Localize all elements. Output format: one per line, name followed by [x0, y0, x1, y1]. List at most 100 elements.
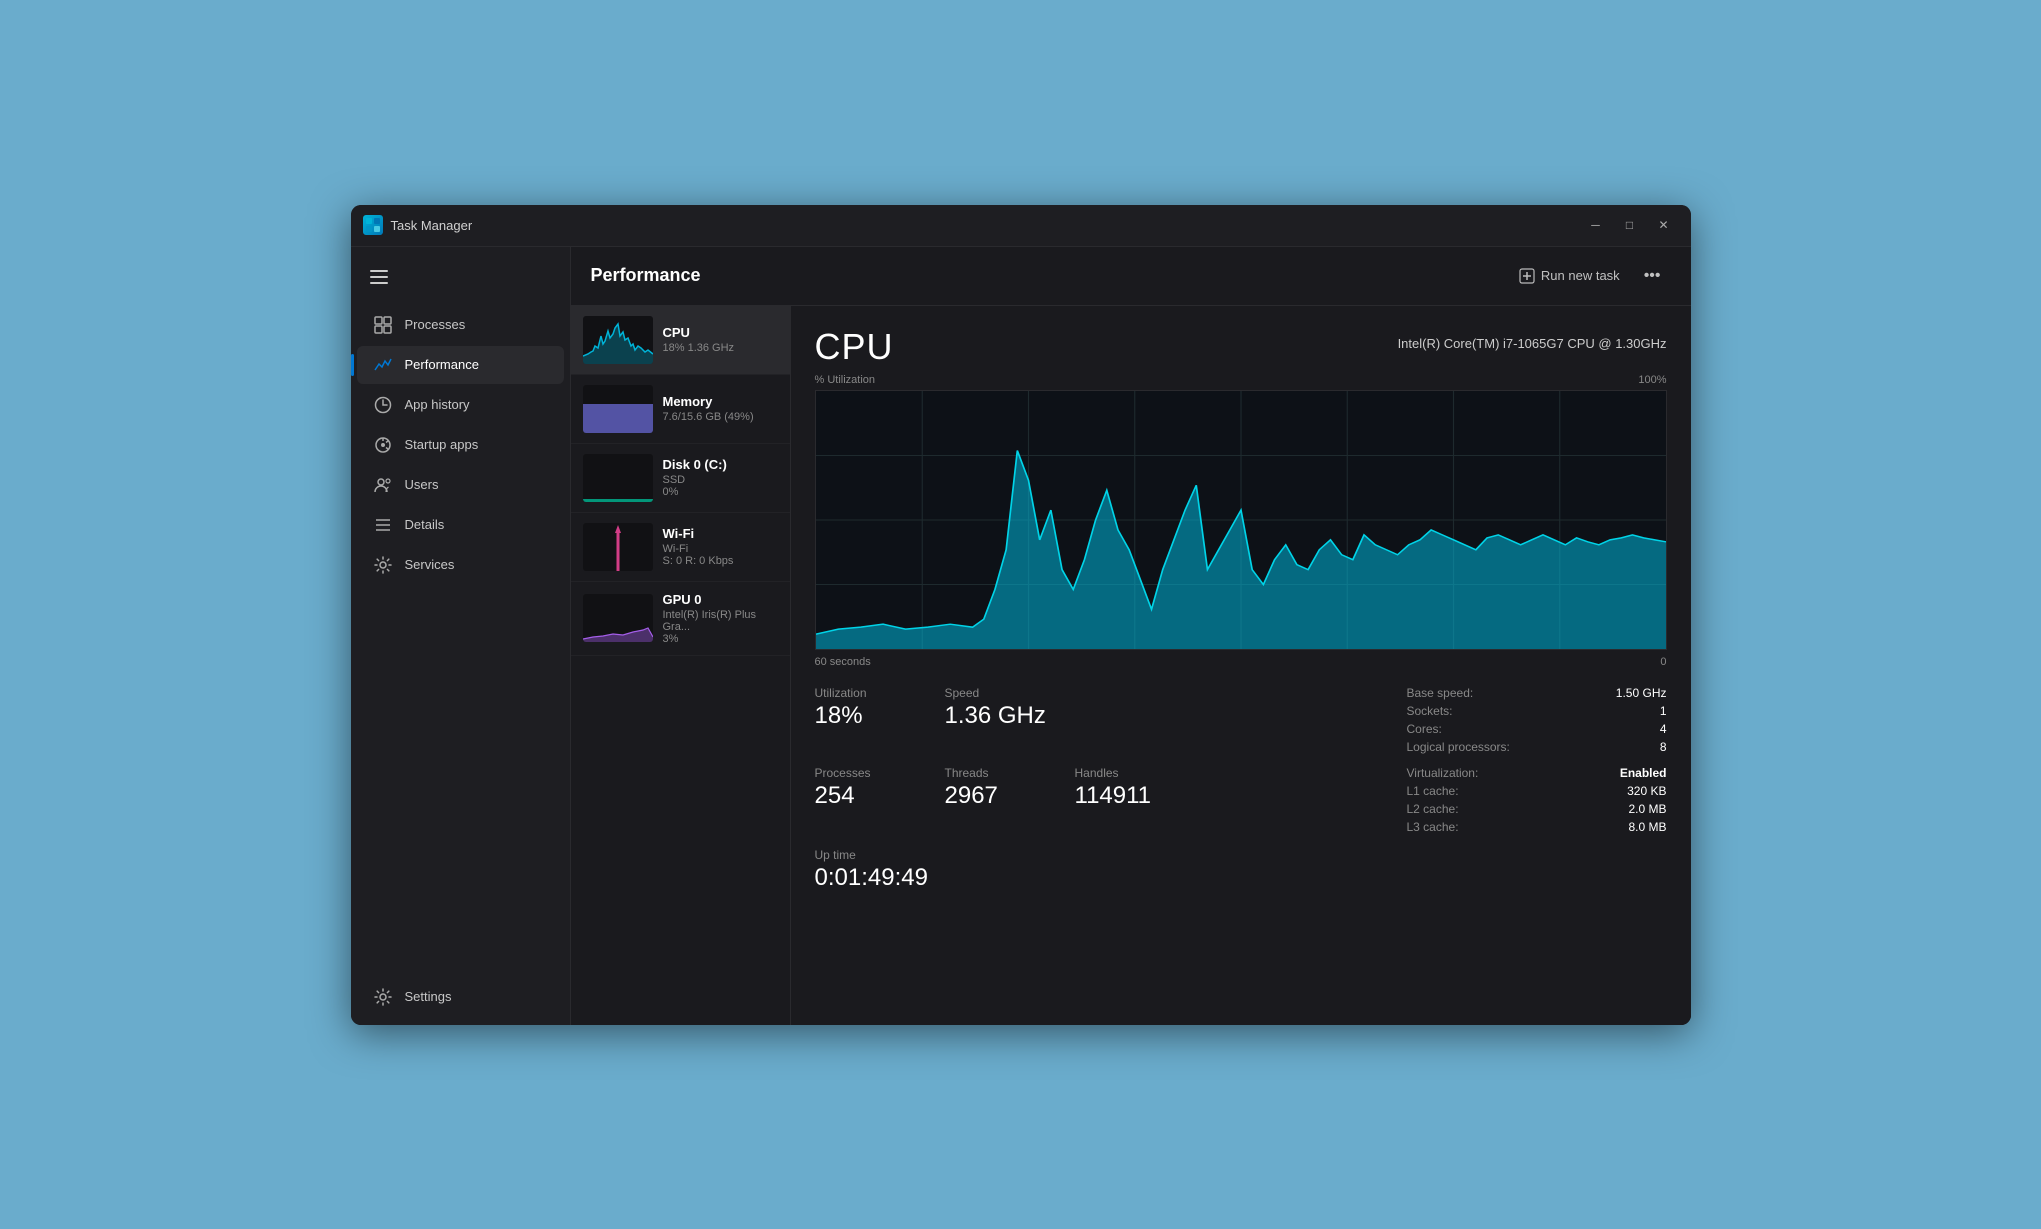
chart-time-right: 0: [1660, 656, 1666, 668]
services-icon: [373, 555, 393, 575]
performance-icon: [373, 355, 393, 375]
sidebar-item-app-history[interactable]: App history: [357, 386, 564, 424]
handles-stat-label: Handles: [1075, 766, 1155, 780]
sidebar-item-settings[interactable]: Settings: [357, 978, 564, 1016]
virt-val: Enabled: [1620, 766, 1667, 780]
cpu-specs-table: Base speed: 1.50 GHz Sockets: 1 Cores: 4: [1407, 686, 1667, 754]
spec-cores: Cores: 4: [1407, 722, 1667, 736]
processes-label: Processes: [405, 317, 466, 332]
main-panel: Performance Run new task •••: [571, 247, 1691, 1025]
gpu-item-name: GPU 0: [663, 592, 778, 607]
speed-stat-value: 1.36 GHz: [945, 702, 1046, 730]
more-options-button[interactable]: •••: [1634, 261, 1671, 291]
perf-item-disk[interactable]: Disk 0 (C:) SSD 0%: [571, 444, 790, 513]
maximize-button[interactable]: □: [1615, 212, 1645, 238]
sidebar-item-services[interactable]: Services: [357, 546, 564, 584]
users-icon: [373, 475, 393, 495]
cpu-specs-table2: Virtualization: Enabled L1 cache: 320 KB…: [1407, 766, 1667, 834]
spec-sockets: Sockets: 1: [1407, 704, 1667, 718]
wifi-item-sub2: S: 0 R: 0 Kbps: [663, 555, 778, 567]
details-icon: [373, 515, 393, 535]
spec-base-speed: Base speed: 1.50 GHz: [1407, 686, 1667, 700]
threads-stat-label: Threads: [945, 766, 1025, 780]
threads-block: Threads 2967: [945, 766, 1025, 834]
spec-l3: L3 cache: 8.0 MB: [1407, 820, 1667, 834]
sidebar-item-details[interactable]: Details: [357, 506, 564, 544]
uptime-value: 0:01:49:49: [815, 864, 1667, 892]
chart-time-left: 60 seconds: [815, 656, 871, 668]
logical-procs-val: 8: [1660, 740, 1667, 754]
perf-sidebar: CPU 18% 1.36 GHz Memory 7.6/15.6 GB (49%…: [571, 306, 791, 1025]
processes-stat-label: Processes: [815, 766, 895, 780]
gpu-item-sub1: Intel(R) Iris(R) Plus Gra...: [663, 609, 778, 633]
logical-procs-key: Logical processors:: [1407, 740, 1510, 754]
cpu-detail-panel: CPU Intel(R) Core(TM) i7-1065G7 CPU @ 1.…: [791, 306, 1691, 1025]
perf-item-memory[interactable]: Memory 7.6/15.6 GB (49%): [571, 375, 790, 444]
base-speed-val: 1.50 GHz: [1616, 686, 1667, 700]
main-content: Processes Performance App history: [351, 247, 1691, 1025]
base-speed-key: Base speed:: [1407, 686, 1474, 700]
chart-x-labels: 60 seconds 0: [815, 656, 1667, 682]
disk-item-info: Disk 0 (C:) SSD 0%: [663, 457, 778, 498]
close-button[interactable]: ✕: [1649, 212, 1679, 238]
window-controls: ─ □ ✕: [1581, 212, 1679, 238]
disk-item-sub1: SSD: [663, 474, 778, 486]
util-label: % Utilization: [815, 374, 876, 386]
memory-item-name: Memory: [663, 394, 778, 409]
wifi-item-name: Wi-Fi: [663, 526, 778, 541]
threads-stat-value: 2967: [945, 782, 1025, 810]
hamburger-button[interactable]: [363, 261, 395, 293]
run-task-icon: [1519, 268, 1535, 284]
run-new-task-button[interactable]: Run new task: [1509, 262, 1630, 290]
disk-item-name: Disk 0 (C:): [663, 457, 778, 472]
sockets-val: 1: [1660, 704, 1667, 718]
settings-label: Settings: [405, 989, 452, 1004]
speed-stat-label: Speed: [945, 686, 1046, 700]
startup-icon: [373, 435, 393, 455]
sidebar-item-performance[interactable]: Performance: [357, 346, 564, 384]
handles-block: Handles 114911: [1075, 766, 1155, 834]
cores-val: 4: [1660, 722, 1667, 736]
cpu-item-info: CPU 18% 1.36 GHz: [663, 325, 778, 354]
l3-key: L3 cache:: [1407, 820, 1459, 834]
sidebar: Processes Performance App history: [351, 247, 571, 1025]
app-history-label: App history: [405, 397, 470, 412]
wifi-item-info: Wi-Fi Wi-Fi S: 0 R: 0 Kbps: [663, 526, 778, 567]
virt-key: Virtualization:: [1407, 766, 1479, 780]
memory-item-info: Memory 7.6/15.6 GB (49%): [663, 394, 778, 423]
performance-label: Performance: [405, 357, 479, 372]
app-history-icon: [373, 395, 393, 415]
services-label: Services: [405, 557, 455, 572]
sidebar-item-processes[interactable]: Processes: [357, 306, 564, 344]
l3-val: 8.0 MB: [1628, 820, 1666, 834]
l2-key: L2 cache:: [1407, 802, 1459, 816]
cpu-mini-thumb: [583, 316, 653, 364]
perf-item-wifi[interactable]: Wi-Fi Wi-Fi S: 0 R: 0 Kbps: [571, 513, 790, 582]
speed-block: Speed 1.36 GHz: [945, 686, 1046, 754]
main-title: Performance: [591, 265, 1509, 286]
uptime-label: Up time: [815, 848, 1667, 862]
disk-mini-thumb: [583, 454, 653, 502]
perf-item-gpu[interactable]: GPU 0 Intel(R) Iris(R) Plus Gra... 3%: [571, 582, 790, 656]
processes-stat-value: 254: [815, 782, 895, 810]
spec-logical-procs: Logical processors: 8: [1407, 740, 1667, 754]
chart-max: 100%: [1638, 374, 1666, 386]
utilization-block: Utilization 18%: [815, 686, 895, 754]
util-stat-label: Utilization: [815, 686, 895, 700]
spec-l2: L2 cache: 2.0 MB: [1407, 802, 1667, 816]
l2-val: 2.0 MB: [1628, 802, 1666, 816]
uptime-block: Up time 0:01:49:49: [815, 848, 1667, 892]
spec-l1: L1 cache: 320 KB: [1407, 784, 1667, 798]
details-label: Details: [405, 517, 445, 532]
cpu-label: CPU: [815, 326, 894, 368]
minimize-button[interactable]: ─: [1581, 212, 1611, 238]
main-header: Performance Run new task •••: [571, 247, 1691, 306]
sidebar-item-startup-apps[interactable]: Startup apps: [357, 426, 564, 464]
cpu-chart: [815, 390, 1667, 650]
spec-virtualization: Virtualization: Enabled: [1407, 766, 1667, 780]
cpu-item-sub: 18% 1.36 GHz: [663, 342, 778, 354]
gpu-mini-thumb: [583, 594, 653, 642]
sidebar-item-users[interactable]: Users: [357, 466, 564, 504]
performance-body: CPU 18% 1.36 GHz Memory 7.6/15.6 GB (49%…: [571, 306, 1691, 1025]
perf-item-cpu[interactable]: CPU 18% 1.36 GHz: [571, 306, 790, 375]
